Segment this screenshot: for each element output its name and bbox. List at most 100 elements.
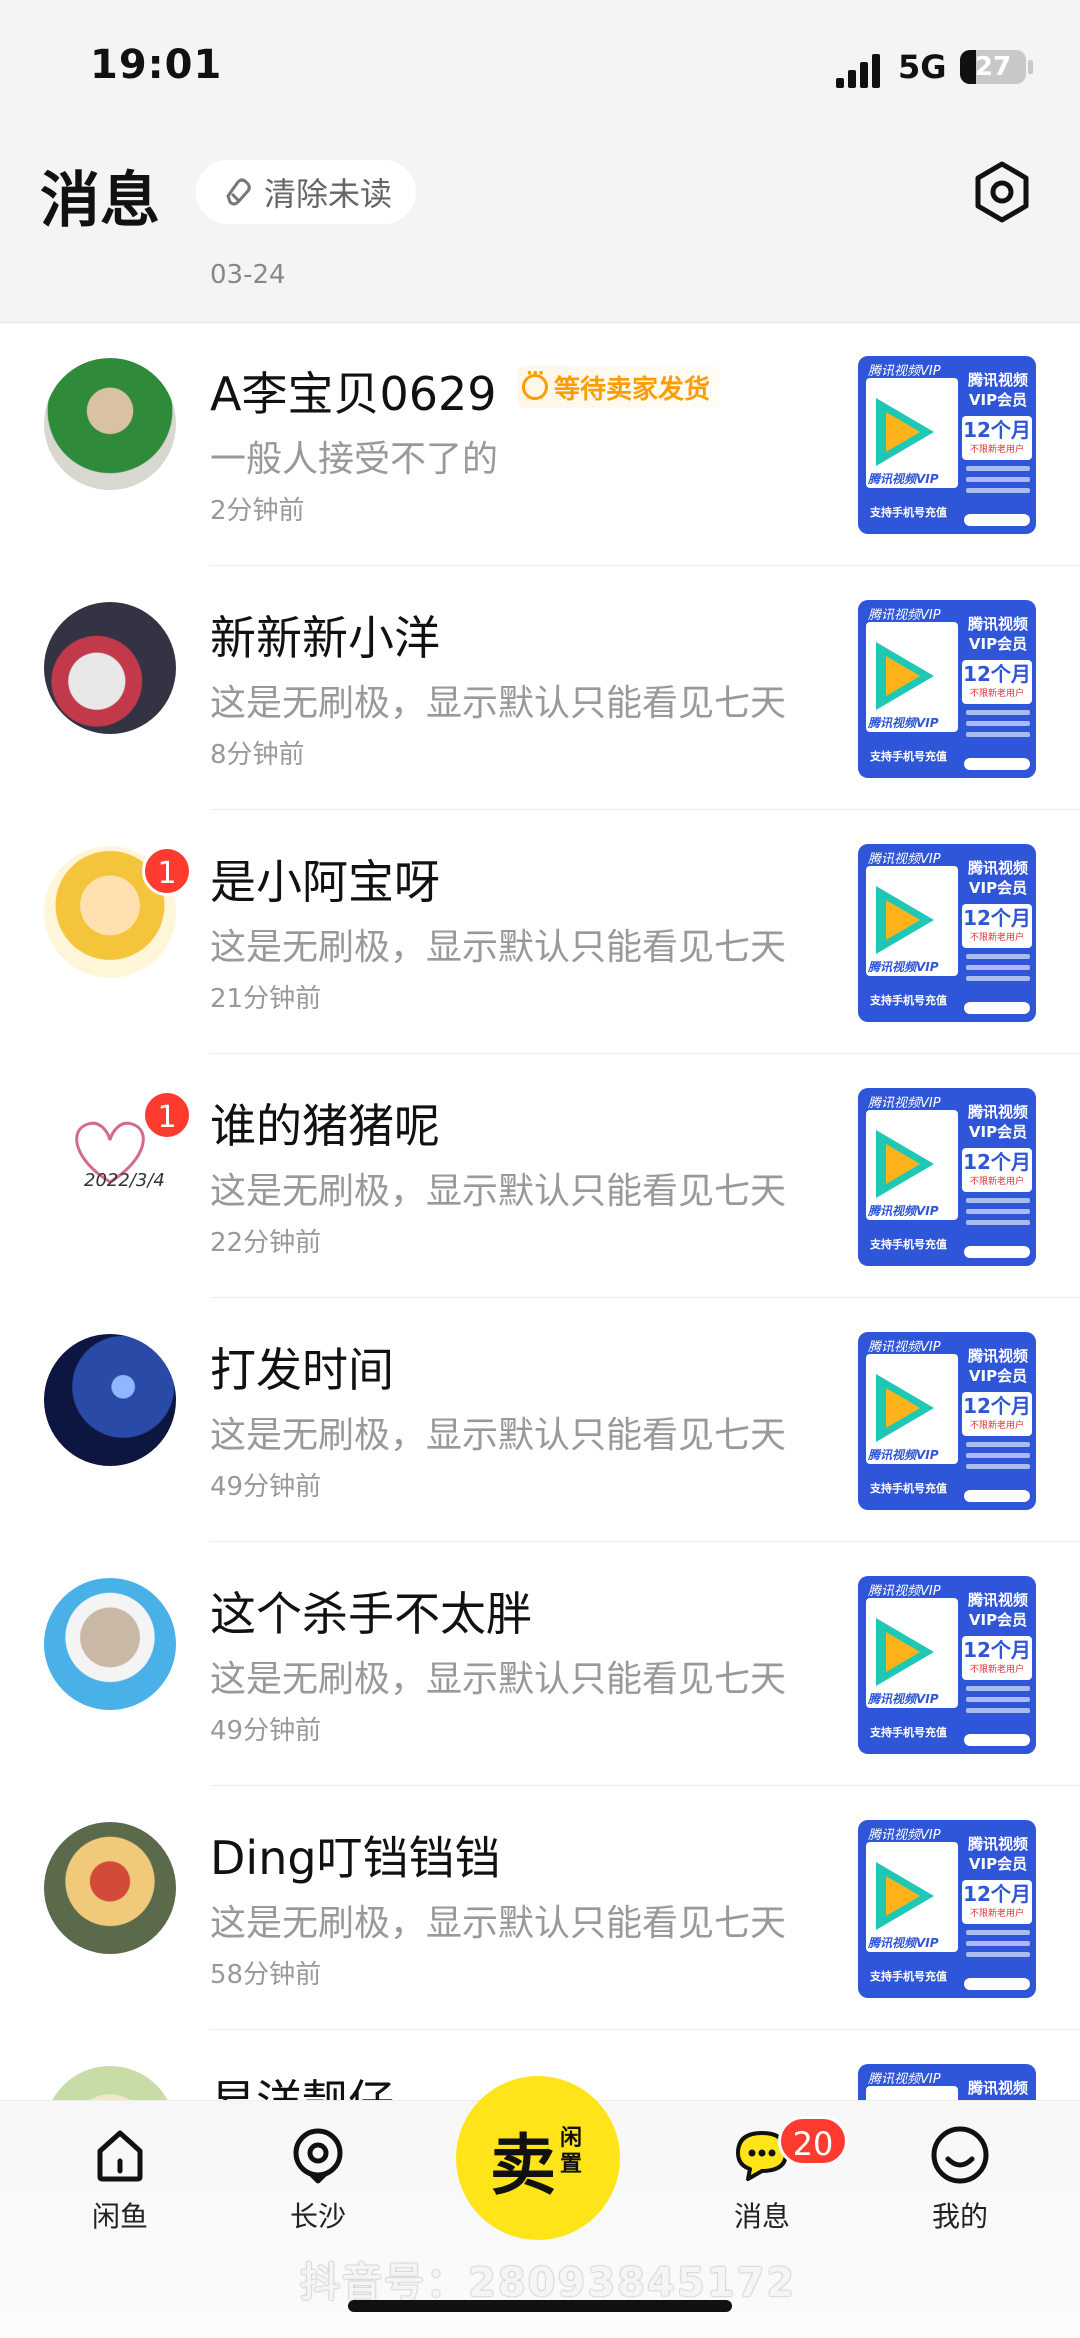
thumb-title: 腾讯视频VIP会员 [967,1347,1028,1385]
tab-location-label: 长沙 [289,2200,346,2233]
location-icon [293,2128,343,2184]
date-label: 03-24 [210,260,286,290]
signal-icon [836,54,880,88]
thumb-support: 支持手机号充值 [870,506,947,519]
battery-level: 27 [974,52,1012,82]
message-preview: 这是无刷极，显示默认只能看见七天 [210,927,787,968]
thumb-support: 支持手机号充值 [870,1238,947,1251]
broom-icon [226,178,251,206]
thumb-support: 支持手机号充值 [870,1482,947,1495]
battery-icon: 27 [960,50,1026,84]
thumb-brand: 腾讯视频VIP [868,1340,941,1355]
thumb-brand: 腾讯视频VIP [868,364,941,379]
contact-name: 新新新小洋 [210,611,440,665]
thumb-brand: 腾讯视频VIP [868,1096,941,1111]
avatar[interactable] [44,358,176,490]
contact-name: 谁的猪猪呢 [210,1099,440,1153]
pending-icon [522,363,548,400]
conversation-row[interactable]: 新新新小洋这是无刷极，显示默认只能看见七天 8分钟前 腾讯视频VIP 腾讯视频 VIP会… [0,566,1080,810]
contact-name: Ding叮铛铛铛 [210,1831,501,1885]
message-preview: 这是无刷极，显示默认只能看见七天 [210,1415,787,1456]
thumb-vip: 腾讯视频VIP [868,960,939,974]
unread-badge: 1 [142,846,192,896]
contact-name: 是小阿宝呀 [210,855,440,909]
thumb-duration-box: 12个月不限新老用户 [962,660,1032,704]
avatar[interactable] [44,1334,176,1466]
thumb-brand: 腾讯视频VIP [868,852,941,867]
item-thumbnail[interactable]: 腾讯视频VIP腾讯视频VIP会员12个月不限新老用户腾讯视频VIP支持手机号充值 [858,1088,1036,1266]
network-label: 5G [898,48,947,86]
thumb-brand: 腾讯视频VIP [868,1828,941,1843]
tab-home-label: 闲鱼 [91,2200,148,2233]
message-preview: 这是无刷极，显示默认只能看见七天 [210,683,787,724]
thumb-support: 支持手机号充值 [870,1726,947,1739]
thumb-duration-box: 12个月不限新老用户 [962,1148,1032,1192]
thumb-title: 腾讯视频VIP会员 [967,1103,1028,1141]
conversation-row[interactable]: 打发时间这是无刷极，显示默认只能看见七天 49分钟前 腾讯视频VIP 腾讯视频 VIP会… [0,1298,1080,1542]
avatar[interactable] [44,602,176,734]
status-time: 19:01 [90,42,223,88]
conversation-row[interactable]: 这个杀手不太胖 这是无刷极，显示默认只能看见七天 49分钟前 腾讯视频VIP 腾讯视频 V… [0,1542,1080,1786]
sell-button[interactable]: 卖 闲置 [456,2076,620,2240]
message-time: 49分钟前 [210,1472,322,1502]
item-thumbnail[interactable]: 腾讯视频VIP腾讯视频VIP会员12个月不限新老用户腾讯视频VIP支持手机号充值 [858,1576,1036,1754]
conversation-row[interactable]: A李宝贝0629 等待卖家发货一般人接受不了的 2分钟前 腾讯视频VIP 腾讯视频VIP… [0,322,1080,566]
sell-label: 卖 [490,2127,556,2204]
thumb-vip: 腾讯视频VIP [868,1936,939,1950]
tab-messages-label: 消息 [733,2200,790,2233]
item-thumbnail[interactable]: 腾讯视频VIP腾讯视频VIP会员12个月不限新老用户腾讯视频VIP支持手机号充值 [858,1820,1036,1998]
thumb-duration-box: 12个月不限新老用户 [962,1392,1032,1436]
conversation-row[interactable]: 2022/3/4 1 谁的猪猪呢 这是无刷极，显示默认只能看见七天 22分钟前 腾讯视频V… [0,1054,1080,1298]
item-thumbnail[interactable]: 腾讯视频VIP腾讯视频VIP会员12个月不限新老用户腾讯视频VIP支持手机号充值 [858,356,1036,534]
message-time: 21分钟前 [210,984,322,1014]
status-bar: 19:01 5G 27 [0,0,1080,140]
thumb-duration-box: 12个月不限新老用户 [962,416,1032,460]
item-thumbnail[interactable]: 腾讯视频VIP腾讯视频VIP会员12个月不限新老用户腾讯视频VIP支持手机号充值 [858,844,1036,1022]
conversation-row[interactable]: Ding叮铛铛铛 这是无刷极，显示默认只能看见七天 58分钟前 腾讯视频VIP 腾讯视频… [0,1786,1080,2030]
thumb-duration-box: 12个月不限新老用户 [962,1636,1032,1680]
message-time: 2分钟前 [210,496,305,526]
thumb-support: 支持手机号充值 [870,750,947,763]
thumb-vip: 腾讯视频VIP [868,472,939,486]
thumb-brand: 腾讯视频VIP [868,1584,941,1599]
messages-unread-badge: 20 [778,2116,848,2166]
thumb-title: 腾讯视频VIP会员 [967,371,1028,409]
message-time: 8分钟前 [210,740,305,770]
message-preview: 一般人接受不了的 [210,439,499,480]
conversation-row[interactable]: 1 是小阿宝呀 这是无刷极，显示默认只能看见七天 21分钟前 腾讯视频VIP 腾讯视频 VI… [0,810,1080,1054]
item-thumbnail[interactable]: 腾讯视频VIP腾讯视频VIP会员12个月不限新老用户腾讯视频VIP支持手机号充值 [858,1332,1036,1510]
thumb-title: 腾讯视频VIP会员 [967,615,1028,653]
smile-icon [931,2126,989,2184]
message-preview: 这是无刷极，显示默认只能看见七天 [210,1903,787,1944]
avatar[interactable] [44,1578,176,1710]
thumb-brand: 腾讯视频VIP [868,608,941,623]
thumb-title: 腾讯视频VIP会员 [967,1591,1028,1629]
contact-name: 打发时间 [210,1343,394,1397]
thumb-title: 腾讯视频VIP会员 [967,859,1028,897]
thumb-support: 支持手机号充值 [870,1970,947,1983]
settings-icon[interactable] [970,160,1034,224]
thumb-support: 支持手机号充值 [870,994,947,1007]
avatar[interactable] [44,1822,176,1954]
thumb-brand: 腾讯视频VIP [868,2072,941,2087]
home-indicator[interactable] [348,2300,732,2312]
unread-badge: 1 [142,1090,192,1140]
clear-unread-button[interactable]: 清除未读 [196,160,416,224]
header: 消息 清除未读 03-24 [0,140,1080,323]
thumb-vip: 腾讯视频VIP [868,1692,939,1706]
thumb-vip: 腾讯视频VIP [868,1204,939,1218]
tab-mine-label: 我的 [931,2200,988,2233]
thumb-duration-box: 12个月不限新老用户 [962,904,1032,948]
message-preview: 这是无刷极，显示默认只能看见七天 [210,1659,787,1700]
tab-home[interactable]: 闲鱼 [60,2123,180,2235]
message-time: 49分钟前 [210,1716,322,1746]
thumb-title: 腾讯视频VIP会员 [967,1835,1028,1873]
tab-mine[interactable]: 我的 [900,2123,1020,2235]
tab-location[interactable]: 长沙 [258,2123,378,2235]
message-time: 22分钟前 [210,1228,322,1258]
thumb-duration-box: 12个月不限新老用户 [962,1880,1032,1924]
thumb-vip: 腾讯视频VIP [868,1448,939,1462]
item-thumbnail[interactable]: 腾讯视频VIP腾讯视频VIP会员12个月不限新老用户腾讯视频VIP支持手机号充值 [858,600,1036,778]
page-title: 消息 [40,166,160,236]
contact-name: A李宝贝0629 [210,367,497,421]
